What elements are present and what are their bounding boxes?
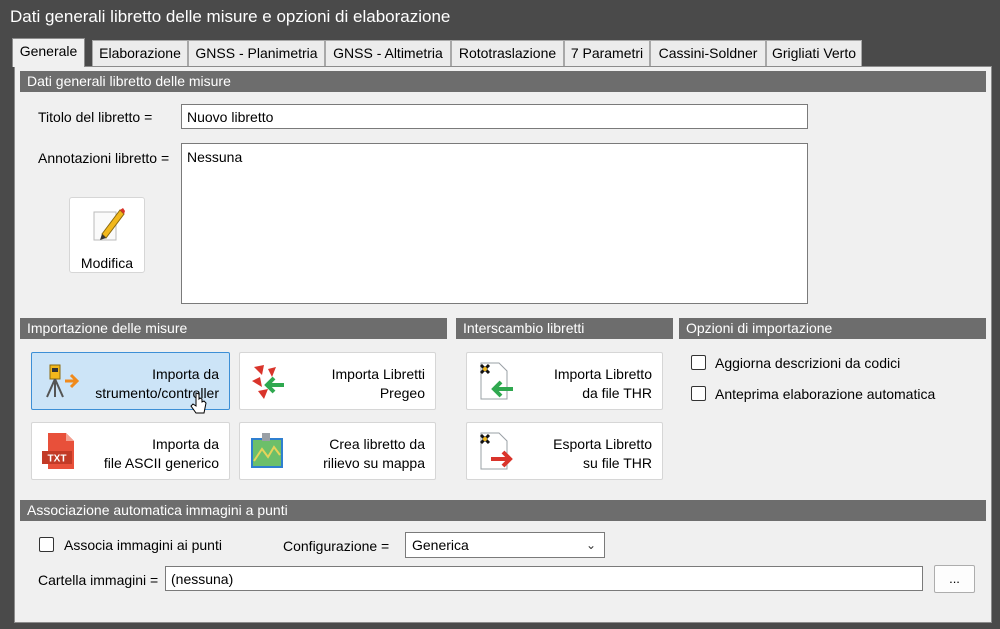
pencil-icon: [93, 208, 125, 241]
svg-text:TXT: TXT: [48, 454, 67, 465]
folder-label: Cartella immagini =: [38, 572, 159, 588]
import-ascii-label: Importa da file ASCII generico: [103, 436, 219, 471]
tab-panel-generale: Dati generali libretto delle misure Tito…: [14, 66, 992, 623]
tab-rototraslazione[interactable]: Rototraslazione: [451, 40, 564, 66]
import-thr-label: Importa Libretto da file THR: [553, 366, 652, 401]
notes-textarea[interactable]: Nessuna: [181, 143, 808, 304]
tab-elaborazione[interactable]: Elaborazione: [92, 40, 188, 66]
notes-label: Annotazioni libretto =: [38, 150, 170, 166]
section-header-associazione-immagini: Associazione automatica immagini a punti: [20, 500, 986, 521]
create-from-map-button[interactable]: Crea libretto da rilievo su mappa: [239, 422, 436, 480]
modify-label: Modifica: [80, 255, 134, 271]
export-thr-button[interactable]: Esporta Libretto su file THR: [466, 422, 663, 480]
import-pregeo-label: Importa Libretti Pregeo: [331, 366, 425, 401]
tab-gnss-altimetria[interactable]: GNSS - Altimetria: [325, 40, 451, 66]
title-input[interactable]: [181, 104, 808, 129]
config-label: Configurazione =: [283, 538, 390, 554]
tab-gnss-planimetria[interactable]: GNSS - Planimetria: [188, 40, 325, 66]
tab-7-parametri[interactable]: 7 Parametri: [564, 40, 650, 66]
total-station-icon: [46, 364, 80, 398]
update-descriptions-label: Aggiorna descrizioni da codici: [715, 355, 901, 371]
import-thr-button[interactable]: Importa Libretto da file THR: [466, 352, 663, 410]
thr-import-icon: [479, 362, 513, 400]
folder-input[interactable]: [165, 566, 923, 591]
thr-export-icon: [479, 432, 513, 470]
modify-button[interactable]: Modifica: [69, 197, 145, 273]
auto-preview-label: Anteprima elaborazione automatica: [715, 386, 936, 402]
tab-cassini-soldner[interactable]: Cassini-Soldner: [650, 40, 766, 66]
pregeo-import-icon: [252, 365, 284, 399]
map-icon: [251, 433, 283, 468]
browse-folder-button[interactable]: ...: [934, 565, 975, 593]
tab-strip: Generale Elaborazione GNSS - Planimetria…: [12, 38, 992, 67]
tab-generale[interactable]: Generale: [12, 38, 85, 67]
section-header-interscambio: Interscambio libretti: [456, 318, 673, 339]
tab-grigliati-verto[interactable]: Grigliati Verto: [766, 40, 862, 66]
title-label: Titolo del libretto =: [38, 109, 153, 125]
config-select[interactable]: Generica ⌄: [405, 532, 605, 558]
import-pregeo-button[interactable]: Importa Libretti Pregeo: [239, 352, 436, 410]
dialog-window: Dati generali libretto delle misure e op…: [0, 0, 1000, 629]
import-ascii-button[interactable]: TXT Importa da file ASCII generico: [31, 422, 230, 480]
section-header-importazione: Importazione delle misure: [20, 318, 447, 339]
create-from-map-label: Crea libretto da rilievo su mappa: [323, 436, 425, 471]
config-select-value: Generica: [412, 537, 469, 553]
auto-preview-checkbox[interactable]: [691, 386, 706, 401]
update-descriptions-checkbox[interactable]: [691, 355, 706, 370]
chevron-down-icon: ⌄: [585, 538, 596, 552]
section-header-dati-generali: Dati generali libretto delle misure: [20, 71, 986, 92]
associate-images-label: Associa immagini ai punti: [64, 537, 222, 553]
export-thr-label: Esporta Libretto su file THR: [553, 436, 652, 471]
import-from-instrument-button[interactable]: Importa da strumento/controller: [31, 352, 230, 414]
txt-file-icon: TXT: [42, 433, 74, 469]
mouse-cursor-icon: [190, 392, 207, 414]
associate-images-checkbox[interactable]: [39, 537, 54, 552]
section-header-opzioni: Opzioni di importazione: [679, 318, 986, 339]
window-title: Dati generali libretto delle misure e op…: [0, 0, 1000, 34]
